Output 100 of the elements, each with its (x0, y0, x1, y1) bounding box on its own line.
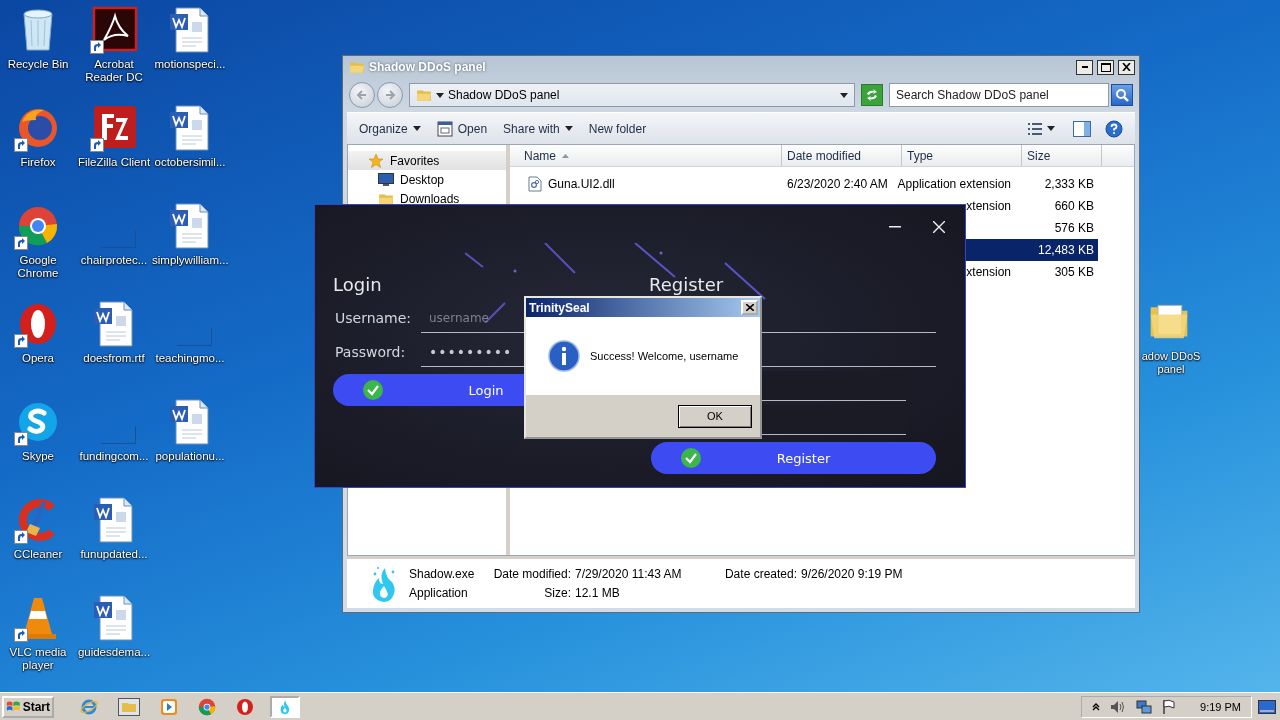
file-type: Application (409, 585, 469, 601)
file-size: 576 KB (1054, 221, 1094, 235)
file-type: xtension (966, 199, 1011, 213)
column-header[interactable]: Name (510, 145, 782, 166)
play-icon (160, 697, 178, 716)
folder-icon (349, 59, 365, 75)
desktop-icon-label[interactable]: doesfrom.rtf (76, 352, 152, 365)
desktop-icon-label[interactable]: motionspeci... (152, 58, 228, 71)
toolbar-button[interactable]: New folder (582, 117, 653, 140)
minimize-button[interactable] (1076, 59, 1093, 75)
help-icon[interactable] (1105, 119, 1123, 138)
maximize-icon (1100, 62, 1111, 72)
file-type: xtension (966, 265, 1011, 279)
preview-pane-icon[interactable] (1073, 120, 1091, 137)
acrobat-icon (90, 6, 138, 54)
clock[interactable]: 9:19 PM (1200, 700, 1241, 713)
file-date: 6/23/2020 2:40 AM (787, 177, 888, 191)
dialog-title: TrinitySeal (529, 300, 590, 315)
caret-icon (412, 126, 421, 131)
register-heading: Register (649, 273, 724, 297)
field-label: Username: (334, 310, 413, 326)
desktop-icon-label[interactable]: VLC media player (0, 646, 76, 672)
windows-logo-icon (6, 699, 21, 714)
start-button[interactable]: Start (2, 695, 54, 718)
desktop-icon-label[interactable]: adow DDoS panel (1141, 350, 1201, 376)
search-field[interactable]: Search Shadow DDoS panel (889, 83, 1109, 107)
window-icon (436, 120, 453, 137)
speaker-icon[interactable] (1110, 699, 1127, 714)
file-name: Guna.UI2.dll (548, 177, 615, 191)
dll-file-icon (528, 176, 542, 192)
minimize-icon[interactable] (889, 226, 901, 228)
close-icon (1122, 63, 1131, 71)
desktop-icon-label[interactable]: Acrobat Reader DC (76, 58, 152, 84)
sort-arrow-icon (562, 153, 569, 158)
close-button[interactable] (1118, 59, 1135, 75)
check-icon (681, 448, 701, 468)
column-header[interactable]: Date modified (782, 145, 902, 166)
show-desktop-icon[interactable] (1258, 699, 1276, 714)
desktop-icon-label[interactable]: guidesdema... (76, 646, 152, 659)
close-icon[interactable] (933, 221, 945, 233)
maximize-button[interactable] (1097, 59, 1114, 75)
file-size: 305 KB (1054, 265, 1094, 279)
address-bar[interactable]: Shadow DDoS panel (409, 83, 855, 107)
desktop-icon-label[interactable]: CCleaner (0, 548, 76, 561)
desktop-icon-label[interactable]: simplywilliam... (152, 254, 228, 267)
detail-value: 12.1 MB (575, 585, 621, 601)
folder-icon (416, 87, 432, 103)
opera-icon (236, 697, 254, 716)
detail-label: Date created: (723, 566, 798, 582)
toolbar-button[interactable]: Organize (353, 117, 427, 140)
register-button[interactable]: Register (651, 442, 936, 474)
view-list-icon[interactable] (1027, 121, 1043, 136)
flame-icon (278, 698, 292, 715)
window-title: Shadow DDoS panel (369, 60, 487, 74)
desktop-icon-label[interactable]: funupdated... (76, 548, 152, 561)
desktop-icon-label[interactable]: fundingcom... (76, 450, 152, 463)
file-size: 2,333 KB (1044, 177, 1094, 191)
caret-icon (436, 92, 444, 98)
desktop-icon-label[interactable]: Google Chrome (0, 254, 76, 280)
refresh-icon (865, 89, 879, 101)
detail-label: Date modified: (492, 566, 572, 582)
column-header[interactable]: Type (902, 145, 1022, 166)
ok-button[interactable]: OK (678, 404, 752, 428)
caret-icon (840, 92, 848, 98)
desktop-icon-label[interactable]: teachingmo... (152, 352, 228, 365)
folder-icon (118, 697, 140, 716)
search-button[interactable] (1111, 84, 1133, 106)
forward-arrow-icon (384, 89, 396, 101)
login-heading: Login (333, 273, 382, 297)
toolbar-button[interactable]: Open (430, 116, 494, 141)
flag-icon[interactable] (1162, 698, 1177, 715)
desktop-icon-label[interactable]: Skype (0, 450, 76, 463)
desktop-icon-label[interactable]: octobersimil... (152, 156, 228, 169)
nav-item[interactable]: Desktop (348, 170, 506, 189)
nav-item[interactable]: Favorites (348, 151, 506, 170)
desktop-icon-label[interactable]: Recycle Bin (0, 58, 76, 71)
detail-value: 9/26/2020 9:19 PM (801, 566, 903, 582)
desktop-icon-label[interactable]: FileZilla Client (76, 156, 152, 169)
file-row[interactable]: Guna.UI2.dll 6/23/2020 2:40 AM Application extension 2,333 KB (510, 173, 1098, 195)
chrome-icon (198, 697, 216, 716)
desktop-icon-label[interactable]: Opera (0, 352, 76, 365)
nav-item[interactable]: Downloads (348, 189, 506, 208)
caret-icon (1047, 126, 1055, 131)
refresh-button[interactable] (861, 84, 883, 106)
desktop-icon-label[interactable]: Firefox (0, 156, 76, 169)
file-size: 660 KB (1054, 199, 1094, 213)
check-icon (363, 380, 383, 400)
info-icon (548, 340, 580, 372)
file-size: 12,483 KB (1037, 243, 1094, 257)
chevron-up-icon[interactable] (1092, 702, 1101, 711)
close-icon (745, 304, 754, 311)
network-icon[interactable] (1136, 698, 1153, 715)
back-arrow-icon (356, 89, 368, 101)
desktop-icon-label[interactable]: chairprotec... (76, 254, 152, 267)
desktop-icon-label[interactable]: populationu... (152, 450, 228, 463)
caret-icon (564, 126, 573, 131)
column-header[interactable]: Size (1022, 145, 1102, 166)
toolbar-button[interactable]: Share with (497, 117, 579, 140)
search-icon (1115, 88, 1129, 102)
file-type: Application extension (897, 177, 1011, 191)
